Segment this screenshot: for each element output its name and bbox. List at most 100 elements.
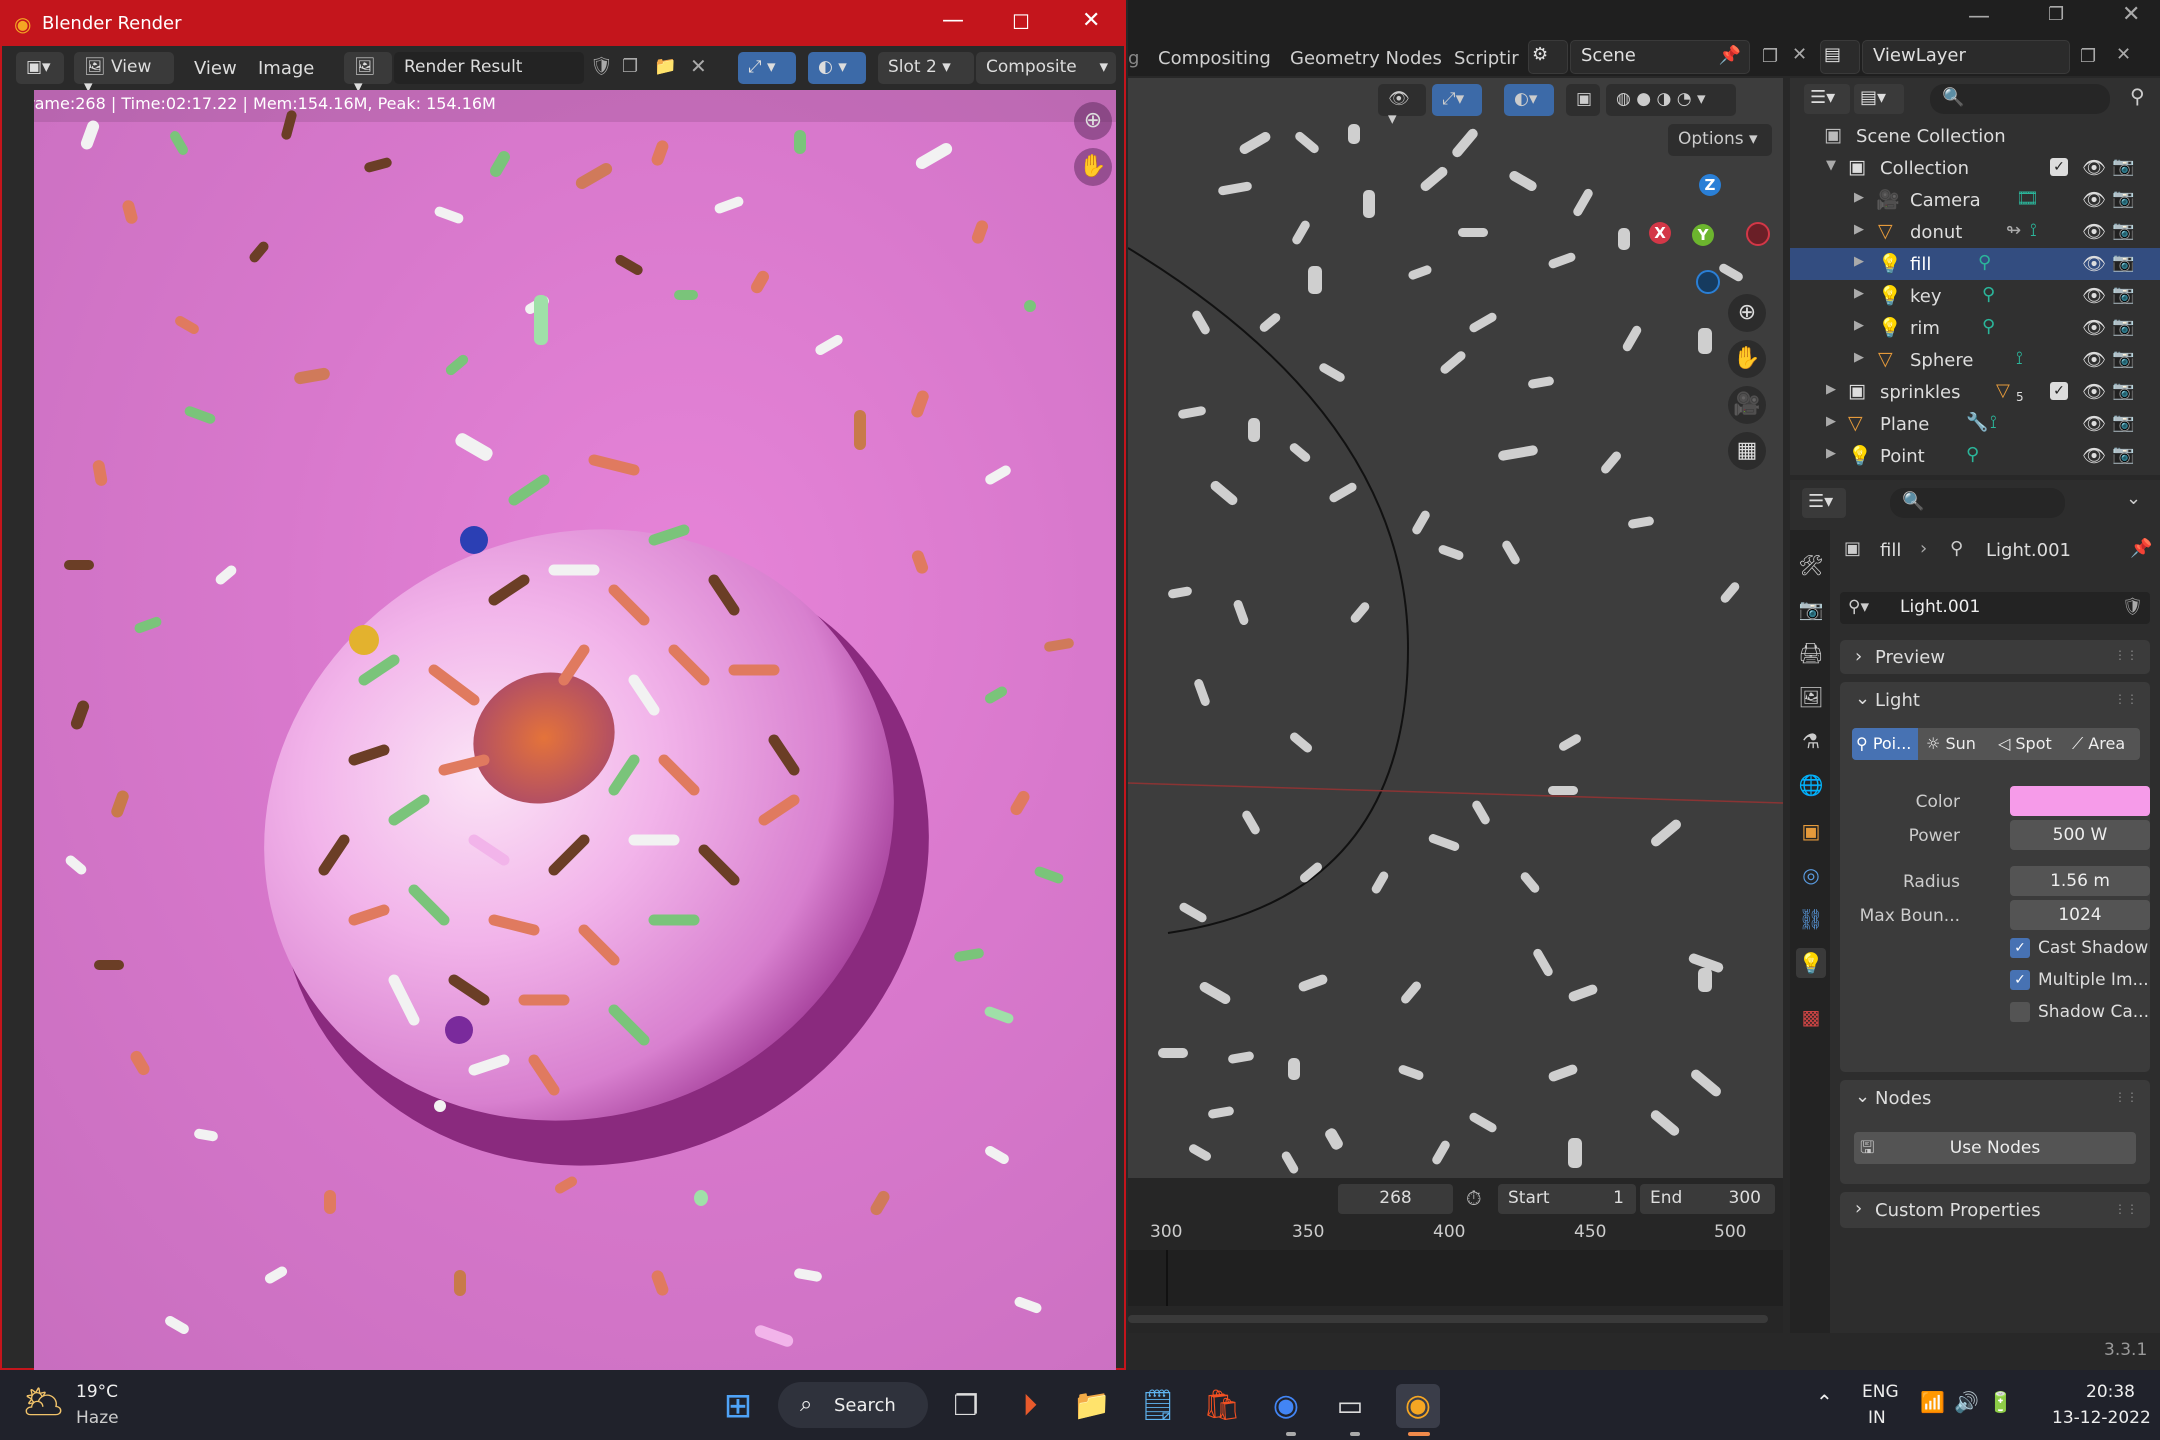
gizmo-x-axis[interactable]: X	[1649, 222, 1671, 244]
current-frame-field[interactable]: 268	[1338, 1184, 1453, 1214]
outliner-row-key[interactable]: ▶ 💡 key ⚲ 👁 📷	[1790, 280, 2160, 312]
fake-user-shield-icon[interactable]: 🛡	[590, 56, 613, 77]
eye-icon[interactable]: 👁	[2082, 284, 2106, 307]
output-tab-icon[interactable]: 🖨	[1796, 638, 1826, 668]
gizmo-neg-z-axis[interactable]	[1696, 270, 1720, 294]
pin-icon[interactable]: 📌	[1719, 45, 1741, 66]
microsoft-store-icon[interactable]: 🛍	[1200, 1384, 1244, 1428]
eye-icon[interactable]: 👁	[2082, 252, 2106, 275]
wifi-icon[interactable]: 📶	[1920, 1390, 1945, 1414]
tab-geometry-nodes[interactable]: Geometry Nodes	[1290, 48, 1442, 69]
eye-icon[interactable]: 👁	[2082, 444, 2106, 467]
outliner-search-input[interactable]: 🔍	[1930, 84, 2110, 114]
eye-icon[interactable]: 👁	[2082, 156, 2106, 179]
eye-icon[interactable]: 👁	[2082, 316, 2106, 339]
chevron-up-icon[interactable]: ⌃	[1816, 1390, 1833, 1414]
chrome-icon[interactable]: ◉	[1264, 1384, 1308, 1428]
light-data-icon[interactable]: ⚲▾	[1848, 597, 1869, 617]
layer-dropdown[interactable]: Composite ▾	[976, 52, 1116, 84]
expand-icon[interactable]: ▶	[1854, 254, 1864, 269]
properties-search-input[interactable]: 🔍	[1890, 488, 2065, 518]
constraints-tab-icon[interactable]: ⛓	[1796, 904, 1826, 934]
cast-shadow-checkbox[interactable]: ✓	[2010, 938, 2030, 958]
object-tab-icon[interactable]: ▣	[1796, 816, 1826, 846]
render-camera-icon[interactable]: 📷	[2112, 156, 2134, 177]
pan-hand-icon[interactable]: ✋	[1074, 148, 1112, 186]
image-name-field[interactable]: Render Result	[394, 52, 584, 84]
render-camera-icon[interactable]: 📷	[2112, 348, 2134, 369]
render-camera-icon[interactable]: 📷	[2112, 220, 2134, 241]
drag-handle-icon[interactable]: ⋮⋮	[2114, 1202, 2138, 1216]
expand-icon[interactable]: ▶	[1826, 446, 1836, 461]
render-camera-icon[interactable]: 📷	[2112, 380, 2134, 401]
scene-tab-icon[interactable]: ⚗	[1796, 726, 1826, 756]
eye-icon[interactable]: 👁	[2082, 188, 2106, 211]
power-field[interactable]: 500 W	[2010, 820, 2150, 850]
tab-compositing[interactable]: Compositing	[1158, 48, 1271, 69]
volume-icon[interactable]: 🔊	[1954, 1390, 1979, 1414]
xray-icon[interactable]: ▣	[1566, 84, 1600, 116]
editor-type-icon[interactable]: ☰▾	[1804, 84, 1850, 114]
minimize-icon[interactable]: —	[942, 8, 964, 33]
collection-checkbox[interactable]: ✓	[2050, 382, 2068, 400]
outliner-row-camera[interactable]: ▶ 🎥 Camera 🎞 👁 📷	[1790, 184, 2160, 216]
gizmo-neg-x-axis[interactable]	[1746, 222, 1770, 246]
scene-field[interactable]: Scene 📌	[1570, 40, 1750, 74]
datablock-field[interactable]: ⚲▾ Light.001 🛡	[1840, 592, 2150, 624]
properties-editor[interactable]: ☰▾ 🔍 ⌄ 🛠 📷 🖨 🖼 ⚗ 🌐 ▣ ◎ ⛓ 💡 ▩ ▣ fill › ⚲ …	[1790, 480, 2160, 1333]
weather-temp[interactable]: 19°C	[76, 1382, 118, 1402]
camera-view-icon[interactable]: 🎥	[1728, 386, 1766, 424]
options-dropdown[interactable]: Options ▾	[1668, 124, 1772, 156]
expand-icon[interactable]: ▶	[1854, 190, 1864, 205]
outliner[interactable]: ☰▾ ▤▾ 🔍 ⚲ ▣ Scene Collection ▼ ▣ Collect…	[1790, 78, 2160, 475]
view-menu[interactable]: View	[194, 58, 237, 79]
gizmo-y-axis[interactable]: Y	[1692, 224, 1714, 246]
pan-hand-icon[interactable]: ✋	[1728, 340, 1766, 378]
drag-handle-icon[interactable]: ⋮⋮	[2114, 692, 2138, 706]
timeline-scrollbar[interactable]	[1128, 1315, 1768, 1323]
render-camera-icon[interactable]: 📷	[2112, 252, 2134, 273]
outliner-row-donut[interactable]: ▶ ▽ donut ↬ ⟟ 👁 📷	[1790, 216, 2160, 248]
drag-handle-icon[interactable]: ⋮⋮	[2114, 1090, 2138, 1104]
eye-icon[interactable]: 👁	[2082, 380, 2106, 403]
expand-icon[interactable]: ▶	[1854, 286, 1864, 301]
render-camera-icon[interactable]: 📷	[2112, 444, 2134, 465]
gizmo-toggle-icon[interactable]: ⤢▾	[1432, 84, 1482, 116]
overlay-toggle-icon[interactable]: ◐▾	[1504, 84, 1554, 116]
expand-icon[interactable]: ▶	[1854, 318, 1864, 333]
chevron-down-icon[interactable]: ⌄	[2126, 488, 2141, 509]
render-camera-icon[interactable]: 📷	[2112, 188, 2134, 209]
max-bounces-field[interactable]: 1024	[2010, 900, 2150, 930]
expand-icon[interactable]: ▼	[1826, 158, 1836, 173]
eye-icon[interactable]: 👁	[2082, 412, 2106, 435]
timeline-track[interactable]	[1128, 1250, 1783, 1306]
language-label[interactable]: ENG	[1862, 1382, 1899, 1402]
duplicate-icon[interactable]: ❐	[622, 56, 638, 77]
gizmo-toggle-icon[interactable]: ⤢ ▾	[738, 52, 796, 84]
physics-tab-icon[interactable]: ◎	[1796, 860, 1826, 890]
editor-type-icon[interactable]: ▣▾	[16, 52, 64, 84]
close-icon[interactable]: ✕	[2122, 2, 2140, 27]
view-layer-tab-icon[interactable]: 🖼	[1796, 682, 1826, 712]
outliner-row-collection[interactable]: ▼ ▣ Collection ✓ 👁 📷	[1790, 152, 2160, 184]
panel-expanded-icon[interactable]: ⌄	[1855, 1086, 1870, 1107]
fake-user-shield-icon[interactable]: 🛡	[2122, 597, 2144, 617]
viewlayer-field[interactable]: ViewLayer	[1862, 40, 2070, 74]
timeline[interactable]: 268 ⏱ Start 1 End 300 300 350 400 450 500	[1128, 1178, 1783, 1333]
file-explorer-icon[interactable]: 📁	[1070, 1384, 1114, 1428]
open-folder-icon[interactable]: 📁	[654, 56, 676, 77]
drag-handle-icon[interactable]: ⋮⋮	[2114, 648, 2138, 662]
collection-checkbox[interactable]: ✓	[2050, 158, 2068, 176]
eye-icon[interactable]: 👁	[2082, 348, 2106, 371]
expand-icon[interactable]: ▶	[1854, 222, 1864, 237]
multiple-importance-checkbox[interactable]: ✓	[2010, 970, 2030, 990]
delete-scene-icon[interactable]: ✕	[1792, 44, 1807, 65]
pin-icon[interactable]: 📌	[2130, 538, 2152, 559]
expand-icon[interactable]: ▶	[1854, 350, 1864, 365]
close-icon[interactable]: ✕	[1082, 8, 1100, 33]
tool-tab-icon[interactable]: 🛠	[1796, 550, 1826, 580]
start-frame-field[interactable]: Start 1	[1498, 1184, 1636, 1214]
minimize-icon[interactable]: —	[1968, 4, 1990, 29]
task-view-icon[interactable]: ❐	[944, 1384, 988, 1428]
scene-selector-icon[interactable]: ⚙	[1528, 40, 1568, 74]
